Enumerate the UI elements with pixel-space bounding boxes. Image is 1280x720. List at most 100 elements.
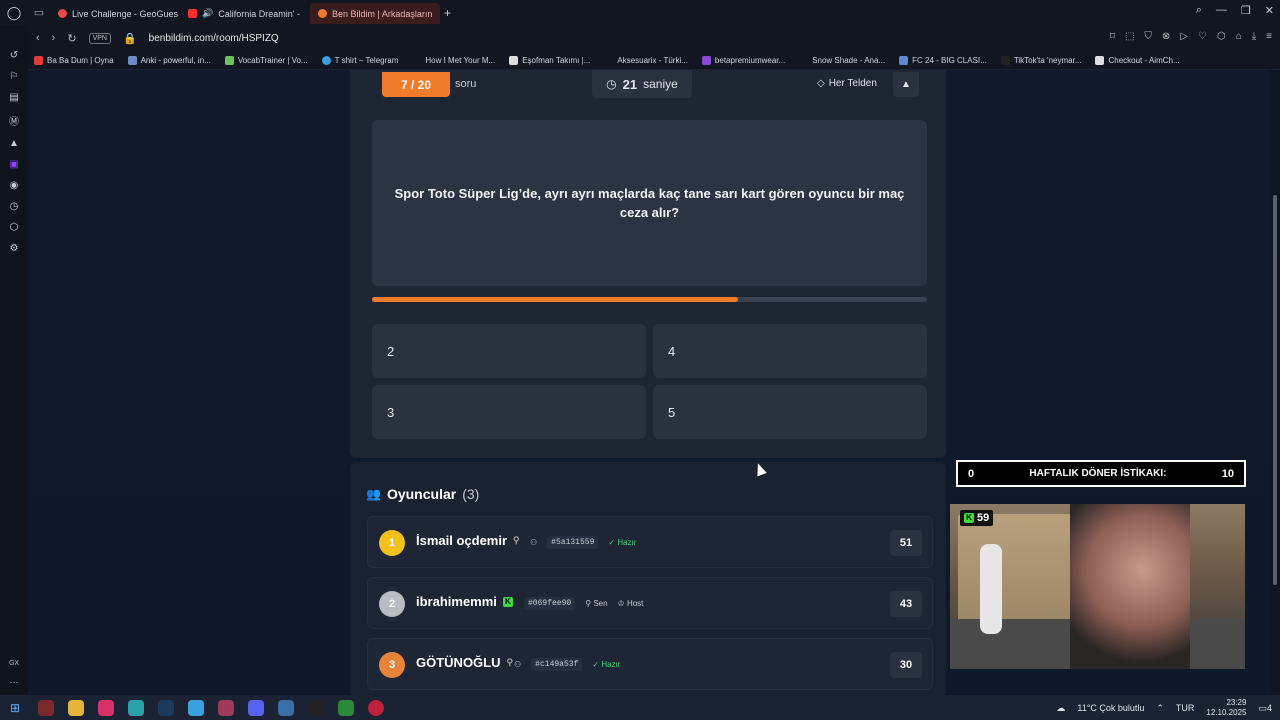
bookmark-item[interactable]: Checkout - AimCh...	[1095, 55, 1180, 65]
player-score: 30	[890, 652, 922, 678]
scrollbar-thumb[interactable]	[1273, 195, 1277, 585]
aria-icon[interactable]: ↺	[10, 50, 18, 61]
system-tray: ☁ 11°C Çok bulutlu ⌃ TUR 23:29 12.10.202…	[1056, 698, 1272, 718]
file-explorer-icon[interactable]	[68, 699, 84, 716]
close-icon[interactable]: ✕	[1265, 4, 1274, 17]
bookmark-icon[interactable]: ⌑	[1110, 31, 1115, 42]
steam-icon[interactable]	[158, 699, 174, 716]
weather-text[interactable]: 11°C Çok bulutlu	[1077, 703, 1144, 713]
history-icon[interactable]: ◷	[10, 201, 19, 212]
rank-badge: 2	[379, 591, 405, 617]
menu-icon[interactable]: ≡	[1266, 31, 1272, 42]
tab-benbildim[interactable]: Ben Bildim | Arkadaşların	[310, 3, 440, 24]
bookmark-item[interactable]: Snow Shade - Ana...	[799, 55, 885, 65]
add-friend-icon[interactable]: ⚇	[514, 660, 521, 669]
notification-icon[interactable]: ▭4	[1258, 703, 1272, 714]
page-scrollbar[interactable]	[1270, 70, 1280, 695]
app-icon[interactable]	[278, 699, 294, 716]
answer-option-4[interactable]: 5	[653, 385, 927, 439]
clock[interactable]: 23:29 12.10.2025	[1206, 698, 1246, 718]
windows-start-icon[interactable]: ⊞	[0, 701, 30, 715]
more-dots-icon[interactable]: ···	[10, 677, 19, 687]
answer-option-3[interactable]: 3	[372, 385, 646, 439]
player-name: İsmail oçdemir ⚲	[416, 533, 520, 548]
url-field[interactable]: benbildim.com/room/HSPIZQ	[149, 33, 279, 44]
question-counter: 7 / 20	[382, 72, 450, 97]
tab-title: Ben Bildim | Arkadaşların	[332, 8, 433, 19]
shield-icon[interactable]: ⛉	[1144, 31, 1152, 42]
bookmarks-bar: Ba Ba Dum | Oyna Anki - powerful, in... …	[28, 51, 1280, 70]
obs-icon[interactable]	[308, 699, 324, 716]
tab-overview-icon[interactable]: ▭	[28, 6, 50, 19]
report-warning-button[interactable]: ▲	[893, 72, 919, 97]
tray-chevron-up-icon[interactable]: ⌃	[1156, 703, 1164, 714]
settings-gear-icon[interactable]: ⚙	[10, 243, 19, 254]
player-row: 1 İsmail oçdemir ⚲ ⚇ #5a131559 ✓ Hazır 5…	[367, 516, 933, 568]
bookmark-item[interactable]: T shirt – Telegram	[321, 55, 398, 65]
time-progress-bar	[372, 297, 927, 302]
maximize-icon[interactable]: ❐	[1241, 4, 1251, 17]
viewer-count-badge: K 59	[960, 510, 994, 526]
answer-option-1[interactable]: 2	[372, 324, 646, 378]
extensions-icon[interactable]: ⬡	[10, 222, 19, 233]
tab-geoguessr[interactable]: Live Challenge - GeoGues	[50, 3, 180, 24]
add-friend-icon[interactable]: ⚇	[530, 538, 537, 547]
back-icon[interactable]: ‹	[36, 32, 40, 44]
telegram-icon[interactable]	[188, 699, 204, 716]
answer-option-2[interactable]: 4	[653, 324, 927, 378]
bookmark-item[interactable]: Ba Ba Dum | Oyna	[34, 55, 114, 65]
bookmark-favicon-icon	[509, 55, 519, 65]
bookmark-item[interactable]: Eşofman Takımı |...	[509, 55, 590, 65]
geoguessr-favicon-icon	[58, 9, 67, 18]
bookmark-item[interactable]: Aksesuarix - Türki...	[604, 55, 688, 65]
search-icon[interactable]: ⌕	[1196, 4, 1202, 17]
user-icon: ⚲	[506, 657, 514, 667]
app-icon[interactable]	[38, 699, 54, 716]
download-icon[interactable]: ⤓	[1252, 31, 1256, 42]
news-icon[interactable]: ▤	[9, 92, 18, 103]
m-app-icon[interactable]: Ⓜ	[9, 113, 19, 128]
twitch-icon[interactable]: ▣	[9, 159, 18, 170]
opera-logo-icon[interactable]: ◯	[0, 0, 28, 25]
bookmark-item[interactable]: VocabTrainer | Vo...	[224, 55, 308, 65]
mountain-icon[interactable]: ▲	[9, 138, 19, 149]
pinboard-icon[interactable]: ⚐	[10, 71, 19, 82]
minimize-icon[interactable]: —	[1216, 4, 1227, 17]
wallet-icon[interactable]: ⌂	[1236, 31, 1242, 42]
bookmark-favicon-icon	[412, 55, 422, 65]
timer-value: 21	[622, 76, 638, 92]
instagram-icon[interactable]	[98, 699, 114, 716]
bookmark-item[interactable]: FC 24 - BIG CLASI...	[899, 55, 987, 65]
new-tab-plus-icon[interactable]: +	[444, 6, 451, 20]
bookmark-favicon-icon	[224, 55, 234, 65]
screenshot-icon[interactable]: ⬚	[1125, 31, 1134, 42]
tab-youtube[interactable]: 🔊 California Dreamin' -	[180, 3, 310, 24]
heart-icon[interactable]: ♡	[1198, 31, 1207, 42]
player-meta: ⚇ #5a131559 ✓ Hazır	[530, 536, 636, 549]
terminal-icon[interactable]	[338, 699, 354, 716]
close-circle-icon[interactable]: ⊗	[1162, 31, 1170, 42]
language-indicator[interactable]: TUR	[1176, 703, 1195, 713]
player-tag: #069fee90	[524, 597, 576, 610]
bookmark-item[interactable]: Anki - powerful, in...	[127, 55, 211, 65]
bookmark-item[interactable]: TikTok'ta 'neymar...	[1000, 55, 1081, 65]
forward-icon[interactable]: ›	[52, 32, 56, 44]
reload-icon[interactable]: ↻	[67, 32, 76, 45]
extensions-icon[interactable]: ⬡	[1217, 31, 1226, 42]
speaker-icon[interactable]: 🔊	[202, 8, 213, 19]
player-row: 2 ibrahimemmi K #069fee90 ⚲ Sen ♔ Host 4…	[367, 577, 933, 629]
bookmark-item[interactable]: How I Met Your M...	[412, 55, 495, 65]
winrar-icon[interactable]	[218, 699, 234, 716]
play-icon[interactable]: ▷	[1180, 31, 1188, 42]
discord-icon[interactable]	[248, 699, 264, 716]
question-unit-label: soru	[455, 78, 477, 90]
edge-icon[interactable]	[128, 699, 144, 716]
bookmark-favicon-icon	[799, 55, 809, 65]
record-icon[interactable]: ◉	[10, 180, 19, 191]
opera-gx-icon[interactable]	[368, 699, 384, 716]
player-score: 51	[890, 530, 922, 556]
player-meta: ⚇ #c149a53f ✓ Hazır	[514, 658, 620, 671]
bookmark-item[interactable]: betapremiumwear...	[701, 55, 785, 65]
vpn-badge[interactable]: VPN	[88, 32, 111, 44]
taskbar-apps	[38, 699, 384, 716]
